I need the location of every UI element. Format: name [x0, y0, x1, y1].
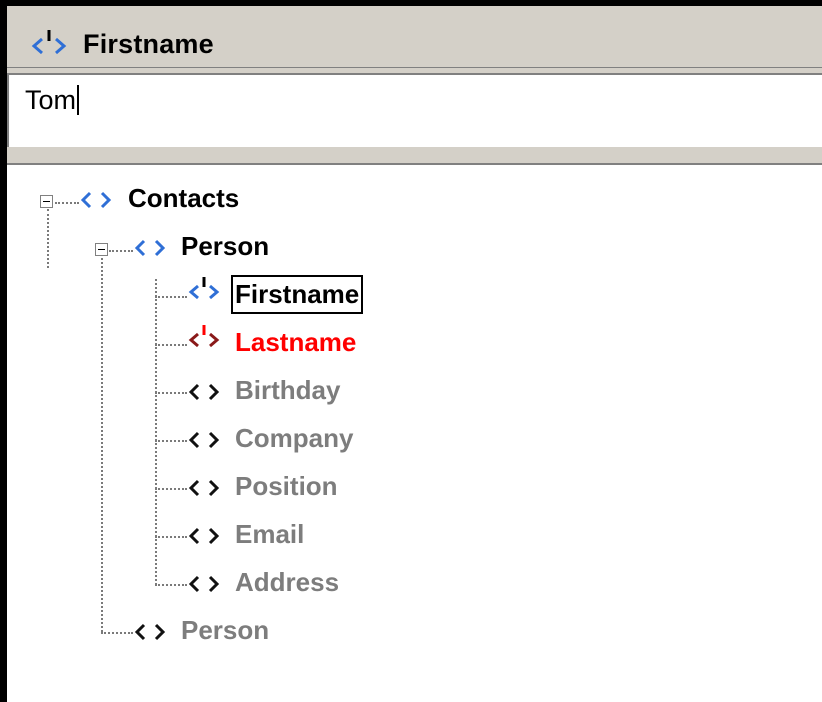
tree-connector: [155, 536, 187, 538]
tree-connector: [55, 202, 79, 204]
tree-connector: [47, 209, 49, 268]
tree-node-contacts[interactable]: Contacts: [128, 183, 239, 214]
tree-node-email[interactable]: Email: [235, 519, 304, 550]
tree-node-person-2[interactable]: Person: [181, 615, 269, 646]
tree-node-position[interactable]: Position: [235, 471, 338, 502]
element-icon: [188, 431, 220, 449]
element-attribute-icon: [188, 277, 220, 300]
tree-node-address[interactable]: Address: [235, 567, 339, 598]
element-icon: [134, 623, 166, 641]
value-editor[interactable]: Tom: [7, 73, 822, 147]
element-icon: [188, 575, 220, 593]
tree-node-lastname[interactable]: Lastname: [235, 327, 356, 358]
editor-value[interactable]: Tom: [25, 85, 76, 115]
tree-node-firstname[interactable]: Firstname: [230, 275, 364, 314]
splitter-lower[interactable]: [7, 147, 822, 165]
tree-connector: [155, 296, 187, 298]
tree-node-company[interactable]: Company: [235, 423, 353, 454]
element-icon: [80, 191, 112, 209]
tree-connector: [155, 440, 187, 442]
tree-connector: [109, 250, 133, 252]
tree-node-birthday[interactable]: Birthday: [235, 375, 340, 406]
header-bar: Firstname: [7, 6, 822, 68]
tree-connector: [155, 584, 187, 586]
collapse-toggle-person[interactable]: [95, 243, 108, 256]
tree-connector: [155, 488, 187, 490]
element-icon: [188, 383, 220, 401]
tree-connector: [155, 279, 157, 585]
collapse-toggle-contacts[interactable]: [40, 195, 53, 208]
tree-connector: [155, 344, 187, 346]
element-icon: [134, 239, 166, 257]
element-attribute-icon: [31, 30, 67, 55]
text-caret: [77, 85, 80, 115]
tree-connector: [101, 632, 133, 634]
tree-node-person[interactable]: Person: [181, 231, 269, 262]
header-title: Firstname: [83, 29, 214, 59]
element-icon: [188, 479, 220, 497]
tree-connector: [101, 258, 103, 632]
xml-tree: Contacts Person Firstname Lastname Birth…: [7, 165, 822, 702]
element-icon: [188, 527, 220, 545]
tree-connector: [155, 392, 187, 394]
element-error-icon: [188, 325, 220, 348]
